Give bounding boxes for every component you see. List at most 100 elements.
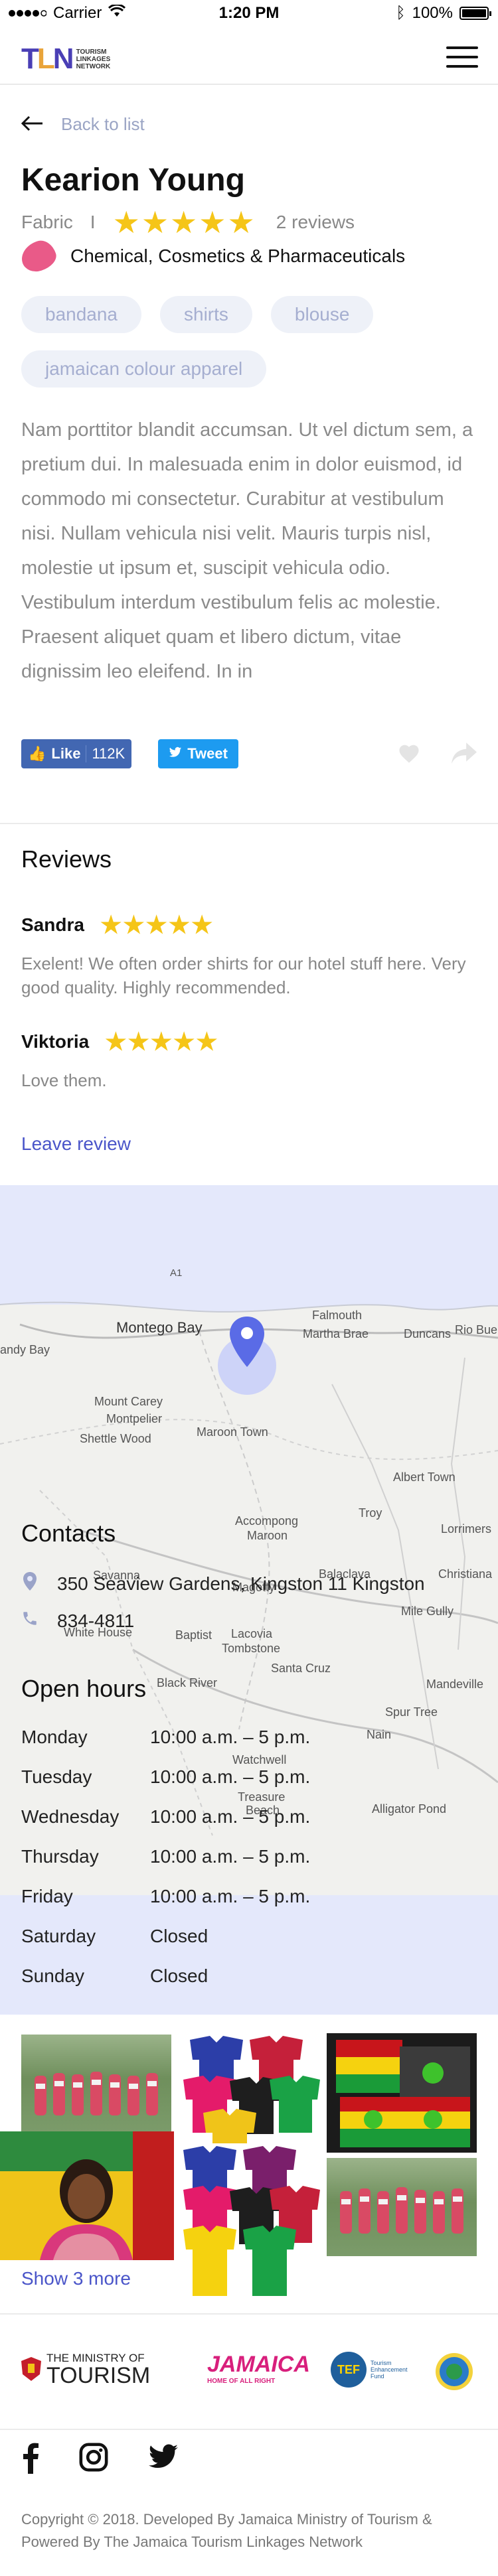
map-label: Rio Bue: [455, 1323, 498, 1336]
review-author: Sandra: [21, 914, 84, 935]
bluetooth-icon: ᛒ: [396, 4, 406, 22]
map-label: Spur Tree: [385, 1705, 438, 1719]
gallery-photo[interactable]: [327, 2158, 477, 2256]
hours-row: Tuesday 10:00 a.m. – 5 p.m.: [21, 1766, 311, 1787]
arrow-left-icon: [21, 111, 44, 137]
fb-like-label: Like: [51, 745, 81, 762]
contacts-heading: Contacts: [21, 1520, 116, 1547]
reviews-heading: Reviews: [21, 845, 112, 873]
business-category: Fabric: [21, 212, 73, 232]
twitter-icon[interactable]: [147, 2442, 179, 2482]
map-label: Nain: [367, 1728, 392, 1741]
tef-logo[interactable]: TEF Tourism Enhancement Fund: [331, 2352, 408, 2388]
tag-jamaican-colour-apparel[interactable]: jamaican colour apparel: [21, 350, 267, 388]
hours-row: Monday 10:00 a.m. – 5 p.m.: [21, 1727, 311, 1747]
tweet-label: Tweet: [187, 745, 228, 762]
map-label: Falmouth: [312, 1309, 363, 1322]
hours-row: Thursday 10:00 a.m. – 5 p.m.: [21, 1846, 311, 1867]
tag-bandana[interactable]: bandana: [21, 296, 142, 333]
thumbs-up-icon: 👍: [28, 745, 46, 762]
map-label: Christiana: [438, 1567, 493, 1581]
meta-separator: I: [90, 212, 96, 232]
review-text: Love them.: [21, 1070, 107, 1090]
share-arrow-icon[interactable]: [452, 742, 477, 770]
review-text: Exelent! We often order shirts for our h…: [21, 954, 466, 997]
tag-blouse[interactable]: blouse: [270, 296, 374, 333]
gallery-photo[interactable]: [0, 2131, 174, 2260]
leave-review-link[interactable]: Leave review: [21, 1133, 131, 1155]
address-row: 350 Seaview Gardens, Kingston 11 Kingsto…: [21, 1571, 425, 1597]
tag-shirts[interactable]: shirts: [160, 296, 252, 333]
map-label: Treasure: [238, 1790, 286, 1804]
logo-letters: TLN: [21, 42, 74, 75]
ministry-of-tourism-logo[interactable]: THE MINISTRY OF TOURISM: [20, 2352, 150, 2387]
battery-label: 100%: [412, 4, 453, 22]
tweet-button[interactable]: Tweet: [158, 739, 238, 768]
facebook-icon[interactable]: [21, 2442, 40, 2482]
divider: [0, 823, 498, 824]
show-more-photos-link[interactable]: Show 3 more: [21, 2268, 131, 2289]
location-pin-icon: [21, 1571, 39, 1597]
reviews-count-link[interactable]: 2 reviews: [276, 212, 355, 233]
battery-icon: [459, 7, 491, 20]
map-label: Baptist: [175, 1628, 212, 1642]
map-label: Mandeville: [426, 1678, 484, 1691]
gallery-photo[interactable]: [177, 2143, 321, 2296]
gallery-photo[interactable]: [21, 2035, 171, 2131]
map-label: Accompong: [235, 1514, 299, 1528]
coat-of-arms-icon: [21, 2357, 41, 2381]
map-label: Watchwell: [232, 1753, 287, 1766]
gallery-photo[interactable]: [327, 2033, 477, 2153]
map-label: Lacovia: [231, 1627, 273, 1640]
back-to-list-link[interactable]: Back to list: [21, 111, 145, 137]
status-bar: Carrier 1:20 PM ᛒ 100%: [0, 0, 498, 27]
back-label: Back to list: [61, 114, 145, 134]
app-header: TLN TOURISM LINKAGES NETWORK: [0, 28, 498, 85]
hours-row: Saturday Closed: [21, 1926, 208, 1946]
address-text: 350 Seaview Gardens, Kingston 11 Kingsto…: [57, 1573, 425, 1594]
map-label: Maroon: [247, 1529, 288, 1542]
copyright-text: Copyright © 2018. Developed By Jamaica M…: [21, 2511, 432, 2550]
tag-list: bandana shirts blouse jamaican colour ap…: [21, 296, 486, 388]
tln-logo[interactable]: TLN TOURISM LINKAGES NETWORK: [21, 42, 110, 76]
open-hours-heading: Open hours: [21, 1675, 147, 1702]
map-label: Maroon Town: [197, 1425, 268, 1439]
map-label: Martha Brae: [303, 1327, 369, 1340]
fb-like-count: 112K: [86, 745, 125, 762]
phone-text: 834-4811: [57, 1610, 135, 1631]
map-label: Lorrimers: [441, 1522, 492, 1536]
review-stars: ★★★★★: [105, 1028, 219, 1055]
review-stars: ★★★★★: [100, 911, 214, 938]
business-meta: Fabric I ★★★★★ 2 reviews: [21, 207, 355, 238]
map-label: Montego Bay: [116, 1319, 203, 1336]
rating-stars: ★★★★★: [112, 205, 256, 240]
sector-label: Chemical, Cosmetics & Pharmaceuticals: [70, 246, 406, 266]
hamburger-menu-icon[interactable]: [446, 46, 478, 70]
jamaica-tourism-logo[interactable]: JAMAICA HOME OF ALL RIGHT: [207, 2352, 310, 2385]
instagram-icon[interactable]: [78, 2442, 109, 2482]
map-label: Santa Cruz: [271, 1662, 331, 1675]
linkages-seal-logo[interactable]: [434, 2352, 474, 2392]
hours-row: Friday 10:00 a.m. – 5 p.m.: [21, 1886, 311, 1906]
twitter-bird-icon: [169, 745, 182, 762]
map-label: andy Bay: [0, 1343, 50, 1356]
map-label: Mile Gully: [401, 1605, 454, 1618]
business-name: Kearion Young: [21, 163, 245, 198]
hours-row: Sunday Closed: [21, 1966, 208, 1986]
hours-row: Wednesday 10:00 a.m. – 5 p.m.: [21, 1806, 311, 1827]
map-label: Duncans: [404, 1327, 452, 1340]
partner-logos: THE MINISTRY OF TOURISM JAMAICA HOME OF …: [0, 2313, 498, 2430]
item-actions: [397, 742, 477, 770]
review-item: Sandra ★★★★★ Exelent! We often order shi…: [21, 913, 479, 999]
logo-text: TOURISM LINKAGES NETWORK: [76, 48, 111, 70]
business-description: Nam porttitor blandit accumsan. Ut vel d…: [21, 413, 479, 721]
heart-icon[interactable]: [397, 742, 421, 770]
phone-row[interactable]: 834-4811: [21, 1610, 134, 1632]
facebook-like-button[interactable]: 👍 Like 112K: [21, 739, 132, 768]
gallery-photo[interactable]: [177, 2033, 321, 2161]
map-label: Mount Carey: [94, 1395, 163, 1408]
social-links: [21, 2442, 179, 2482]
map-label: Black River: [157, 1676, 218, 1689]
sector-icon: [17, 237, 60, 275]
review-author: Viktoria: [21, 1031, 90, 1052]
